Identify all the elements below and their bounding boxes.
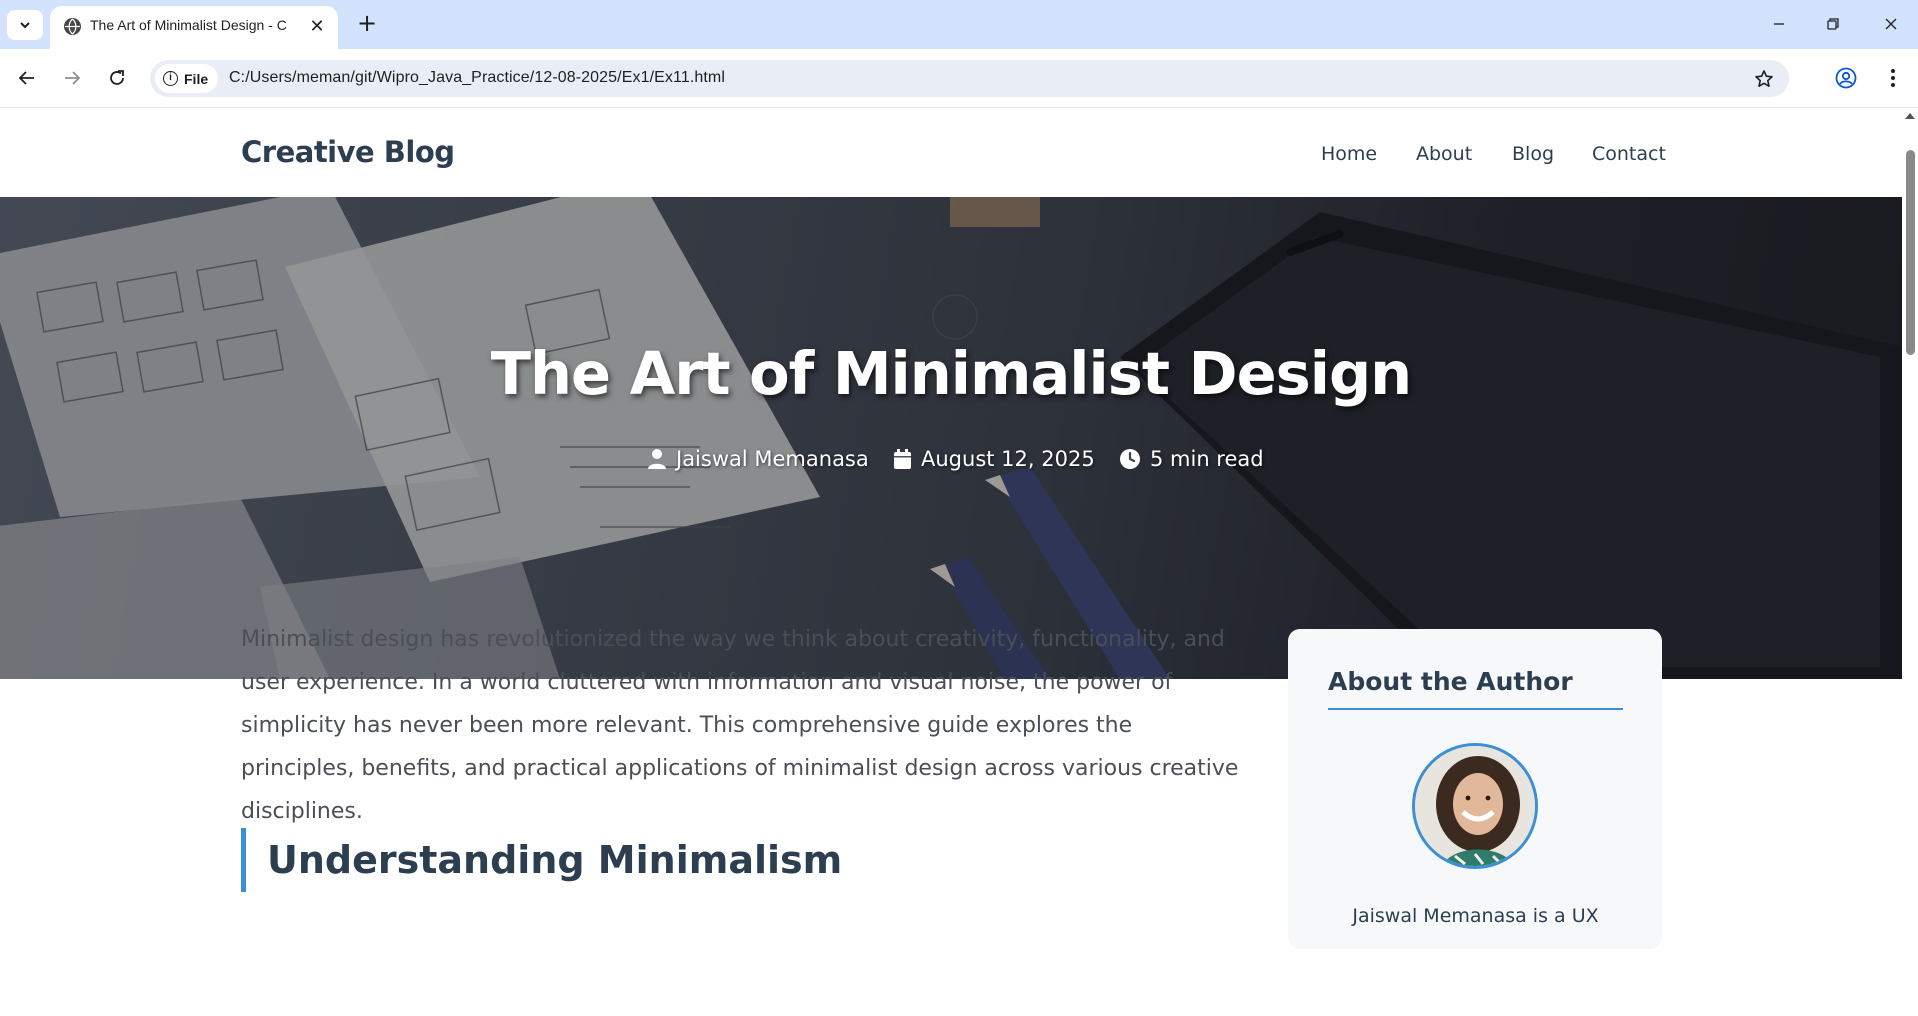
read-time: 5 min read — [1150, 447, 1264, 471]
chevron-down-icon — [20, 22, 30, 29]
author-bio-line: Jaiswal Memanasa is a UX — [1352, 905, 1599, 927]
publish-date: August 12, 2025 — [921, 447, 1095, 471]
bookmark-star-icon[interactable] — [1751, 66, 1777, 92]
tab-search-button[interactable] — [7, 10, 43, 40]
site-info-chip[interactable]: i File — [155, 64, 218, 93]
meta-read-time: 5 min read — [1119, 447, 1264, 471]
page-scrollbar[interactable] — [1902, 108, 1918, 1016]
meta-date: August 12, 2025 — [893, 447, 1095, 471]
minimize-icon — [1774, 23, 1784, 25]
restore-icon — [1827, 18, 1839, 30]
nav-contact[interactable]: Contact — [1592, 143, 1666, 165]
author-sidebar: About the Author Jaiswal Memanasa is a U… — [1288, 629, 1662, 949]
minimize-button[interactable] — [1756, 7, 1802, 41]
author-avatar — [1412, 743, 1538, 869]
profile-icon[interactable] — [1831, 63, 1861, 93]
article-body: Minimalist design has revolutionized the… — [241, 618, 1241, 892]
close-window-button[interactable] — [1868, 7, 1914, 41]
hero-overlay — [0, 197, 1902, 679]
new-tab-button[interactable]: + — [352, 8, 382, 38]
web-page: Creative Blog Home About Blog Contact Th… — [0, 108, 1902, 1016]
menu-kebab-icon[interactable] — [1878, 63, 1908, 93]
sidebar-divider — [1328, 708, 1623, 710]
clock-icon — [1120, 449, 1140, 469]
address-bar[interactable]: i File C:/Users/meman/git/Wipro_Java_Pra… — [150, 60, 1789, 97]
reload-icon — [110, 70, 124, 85]
scroll-up-arrow-icon[interactable] — [1905, 113, 1915, 119]
tab-close-icon[interactable]: ✕ — [306, 17, 328, 39]
forward-button[interactable] — [55, 61, 89, 95]
article-intro: Minimalist design has revolutionized the… — [241, 627, 1239, 824]
scroll-thumb[interactable] — [1906, 150, 1915, 355]
url-text[interactable]: C:/Users/meman/git/Wipro_Java_Practice/1… — [229, 69, 725, 87]
site-header: Creative Blog Home About Blog Contact — [0, 108, 1902, 197]
arrow-right-icon — [65, 71, 81, 85]
author-name: Jaiswal Memanasa — [676, 447, 869, 471]
browser-tab-bar: The Art of Minimalist Design - C ✕ + — [0, 0, 1918, 49]
site-info-label: File — [184, 70, 209, 87]
info-icon: i — [163, 71, 178, 86]
globe-icon — [64, 18, 81, 35]
nav-home[interactable]: Home — [1321, 143, 1377, 165]
hero-title: The Art of Minimalist Design — [490, 339, 1412, 408]
back-button[interactable] — [10, 61, 44, 95]
hero-banner: The Art of Minimalist Design Jaiswal Mem… — [0, 197, 1902, 679]
tab-title: The Art of Minimalist Design - C — [90, 17, 287, 33]
section-heading: Understanding Minimalism — [241, 828, 842, 892]
restore-button[interactable] — [1810, 7, 1856, 41]
sidebar-title: About the Author — [1328, 667, 1573, 696]
meta-author: Jaiswal Memanasa — [647, 447, 869, 471]
browser-toolbar: i File C:/Users/meman/git/Wipro_Java_Pra… — [0, 49, 1918, 108]
browser-tab[interactable]: The Art of Minimalist Design - C ✕ — [50, 6, 338, 49]
nav-about[interactable]: About — [1416, 143, 1472, 165]
close-icon — [1885, 18, 1897, 30]
arrow-left-icon — [18, 71, 34, 85]
calendar-icon — [894, 449, 911, 469]
user-icon — [648, 449, 666, 469]
site-logo[interactable]: Creative Blog — [241, 135, 455, 169]
reload-button[interactable] — [100, 61, 134, 95]
nav-blog[interactable]: Blog — [1512, 143, 1554, 165]
